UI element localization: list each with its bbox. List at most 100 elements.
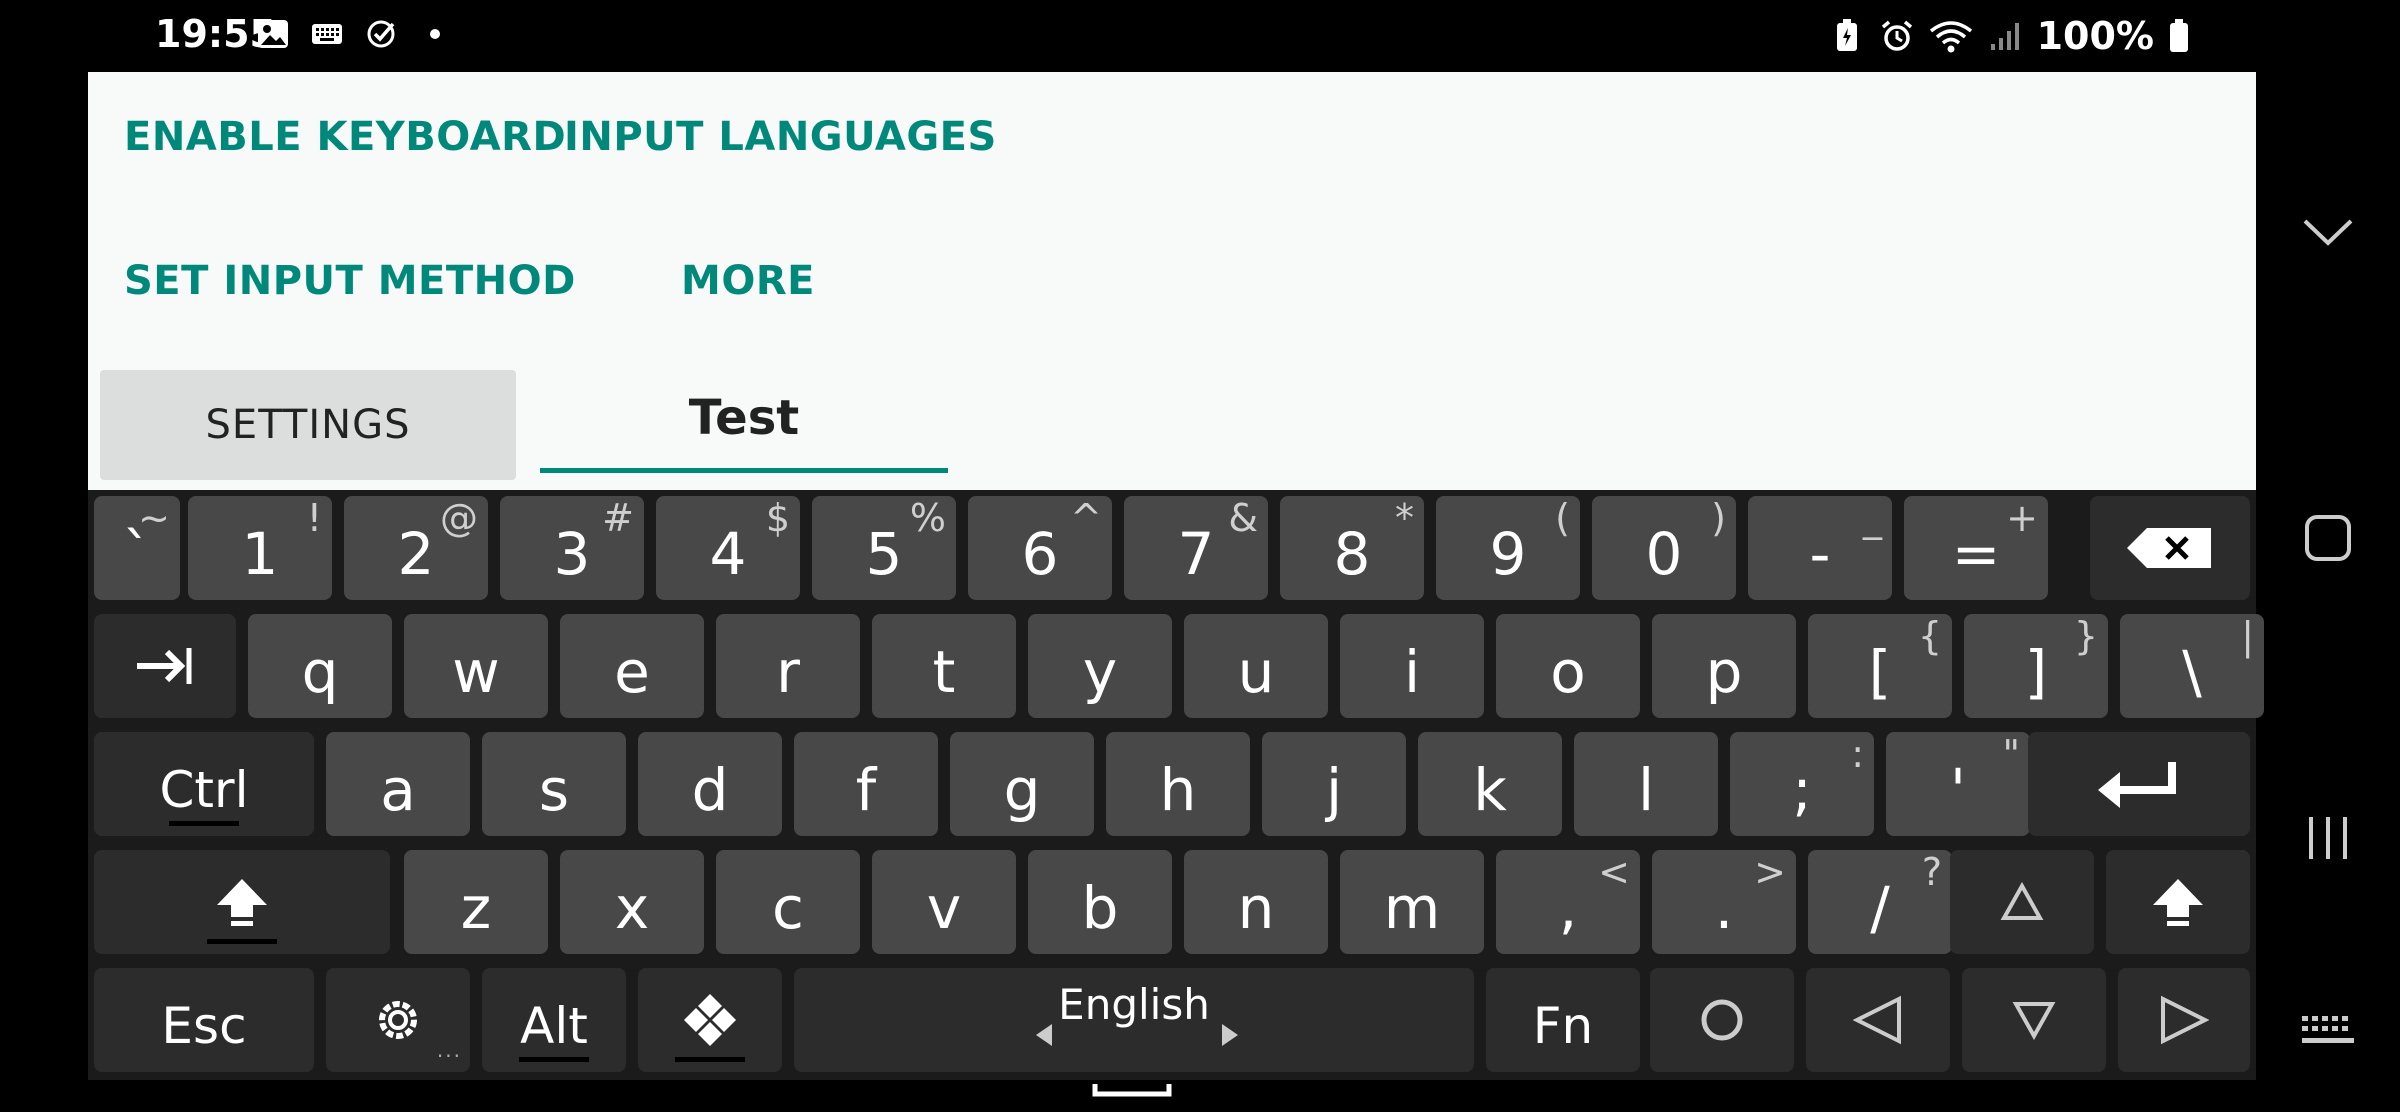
key-semicolon-alt-label: : [1851,732,1864,776]
key-g[interactable]: g [950,732,1094,836]
key-8-number-row-alt-label: * [1395,496,1414,540]
key-f[interactable]: f [794,732,938,836]
signal-icon [1987,18,2023,54]
key-6-number-row[interactable]: 6 ^ [968,496,1112,600]
key-l-label: l [1637,756,1655,824]
key-s[interactable]: s [482,732,626,836]
key-p[interactable]: p [1652,614,1796,718]
key-][interactable]: ]} [1964,614,2108,718]
key-[[interactable]: [{ [1808,614,1952,718]
key-1-number-row[interactable]: 1! [188,496,332,600]
esc-key-label: Esc [161,997,247,1055]
keyboard-switcher-icon[interactable] [2296,1000,2360,1064]
key-r[interactable]: r [716,614,860,718]
hide-keyboard-chevron-icon[interactable] [2296,200,2360,264]
key-o[interactable]: o [1496,614,1640,718]
arrow-right-key[interactable] [2118,968,2250,1072]
key-quote[interactable]: ' " [1886,732,2030,836]
status-notification-icons [255,16,453,52]
key-a[interactable]: a [326,732,470,836]
key-3-number-row[interactable]: 3 # [500,496,644,600]
key-10-number-row[interactable]: 0) [1592,496,1736,600]
set-input-method-button[interactable]: SET INPUT METHOD [124,258,575,304]
enter-icon [2094,756,2184,812]
key-3-number-row-alt-label: # [602,496,634,540]
settings-key[interactable]: ··· [326,968,470,1072]
key-t[interactable]: t [872,614,1016,718]
key-0-number-row[interactable]: ` ~ [94,496,180,600]
key-5-number-row-alt-label: % [909,496,946,540]
meta-key[interactable] [638,968,782,1072]
key-n[interactable]: n [1184,850,1328,954]
key-h[interactable]: h [1106,732,1250,836]
settings-button[interactable]: SETTINGS [100,370,516,480]
key-8-number-row[interactable]: 8 * [1280,496,1424,600]
key-x-label: x [614,874,650,942]
key-5-number-row-label: 5 [865,520,903,588]
esc-key[interactable]: Esc [94,968,314,1072]
status-bar: 19:55 100% [0,0,2400,70]
key-q[interactable]: q [248,614,392,718]
tab-key[interactable] [94,614,236,718]
right-shift-key[interactable] [2106,850,2250,954]
backspace-key[interactable] [2090,496,2250,600]
navigation-bar [2256,0,2400,1080]
key-y[interactable]: y [1028,614,1172,718]
key-4-number-row[interactable]: 4 $ [656,496,800,600]
key-p-label: p [1705,638,1743,706]
key-j[interactable]: j [1262,732,1406,836]
key-8-number-row-label: 8 [1333,520,1371,588]
arrow-up-key[interactable] [1950,850,2094,954]
fn-key[interactable]: Fn [1486,968,1640,1072]
ctrl-key[interactable]: Ctrl [94,732,314,836]
key-b-label: b [1081,874,1119,942]
space-bar-key[interactable]: English [794,968,1474,1097]
input-languages-button[interactable]: INPUT LANGUAGES [564,114,996,160]
key-11-number-row[interactable]: - _ [1748,496,1892,600]
key-i[interactable]: i [1340,614,1484,718]
test-input-field[interactable]: Test [540,368,948,473]
more-button[interactable]: MORE [564,258,932,304]
key-c-label: c [772,874,804,942]
key-9-number-row[interactable]: 9( [1436,496,1580,600]
alt-key[interactable]: Alt [482,968,626,1072]
key-2-number-row[interactable]: 2 @ [344,496,488,600]
key-v[interactable]: v [872,850,1016,954]
circle-icon [1698,996,1746,1044]
key-d[interactable]: d [638,732,782,836]
compose-key[interactable] [1650,968,1794,1072]
key-comma-alt-label: < [1598,850,1630,894]
key-comma[interactable]: , < [1496,850,1640,954]
key-0-number-row-alt-label: ~ [138,496,170,540]
gear-icon [375,997,421,1043]
key-5-number-row[interactable]: 5% [812,496,956,600]
key-m[interactable]: m [1340,850,1484,954]
key-6-number-row-alt-label: ^ [1070,496,1102,540]
enter-key[interactable] [2028,732,2250,836]
keyboard-icon [309,16,345,52]
key-slash-label: / [1870,874,1890,942]
key-12-number-row[interactable]: = + [1904,496,2048,600]
key-7-number-row[interactable]: 7 & [1124,496,1268,600]
key-slash[interactable]: /? [1808,850,1952,954]
key-x[interactable]: x [560,850,704,954]
left-shift-key[interactable] [94,850,390,954]
key-u[interactable]: u [1184,614,1328,718]
arrow-left-key[interactable] [1806,968,1950,1072]
key-semicolon[interactable]: ;: [1730,732,1874,836]
key-w[interactable]: w [404,614,548,718]
enable-keyboard-button[interactable]: ENABLE KEYBOARD [124,114,566,160]
key-b[interactable]: b [1028,850,1172,954]
key-e[interactable]: e [560,614,704,718]
key-l[interactable]: l [1574,732,1718,836]
home-button-icon[interactable] [2296,506,2360,570]
key-z[interactable]: z [404,850,548,954]
key-k[interactable]: k [1418,732,1562,836]
key-period[interactable]: . > [1652,850,1796,954]
key-z-label: z [460,874,492,942]
key-c[interactable]: c [716,850,860,954]
key-\[interactable]: \ | [2120,614,2264,718]
recent-apps-icon[interactable] [2296,806,2360,870]
key-r-label: r [776,638,800,706]
arrow-down-key[interactable] [1962,968,2106,1072]
